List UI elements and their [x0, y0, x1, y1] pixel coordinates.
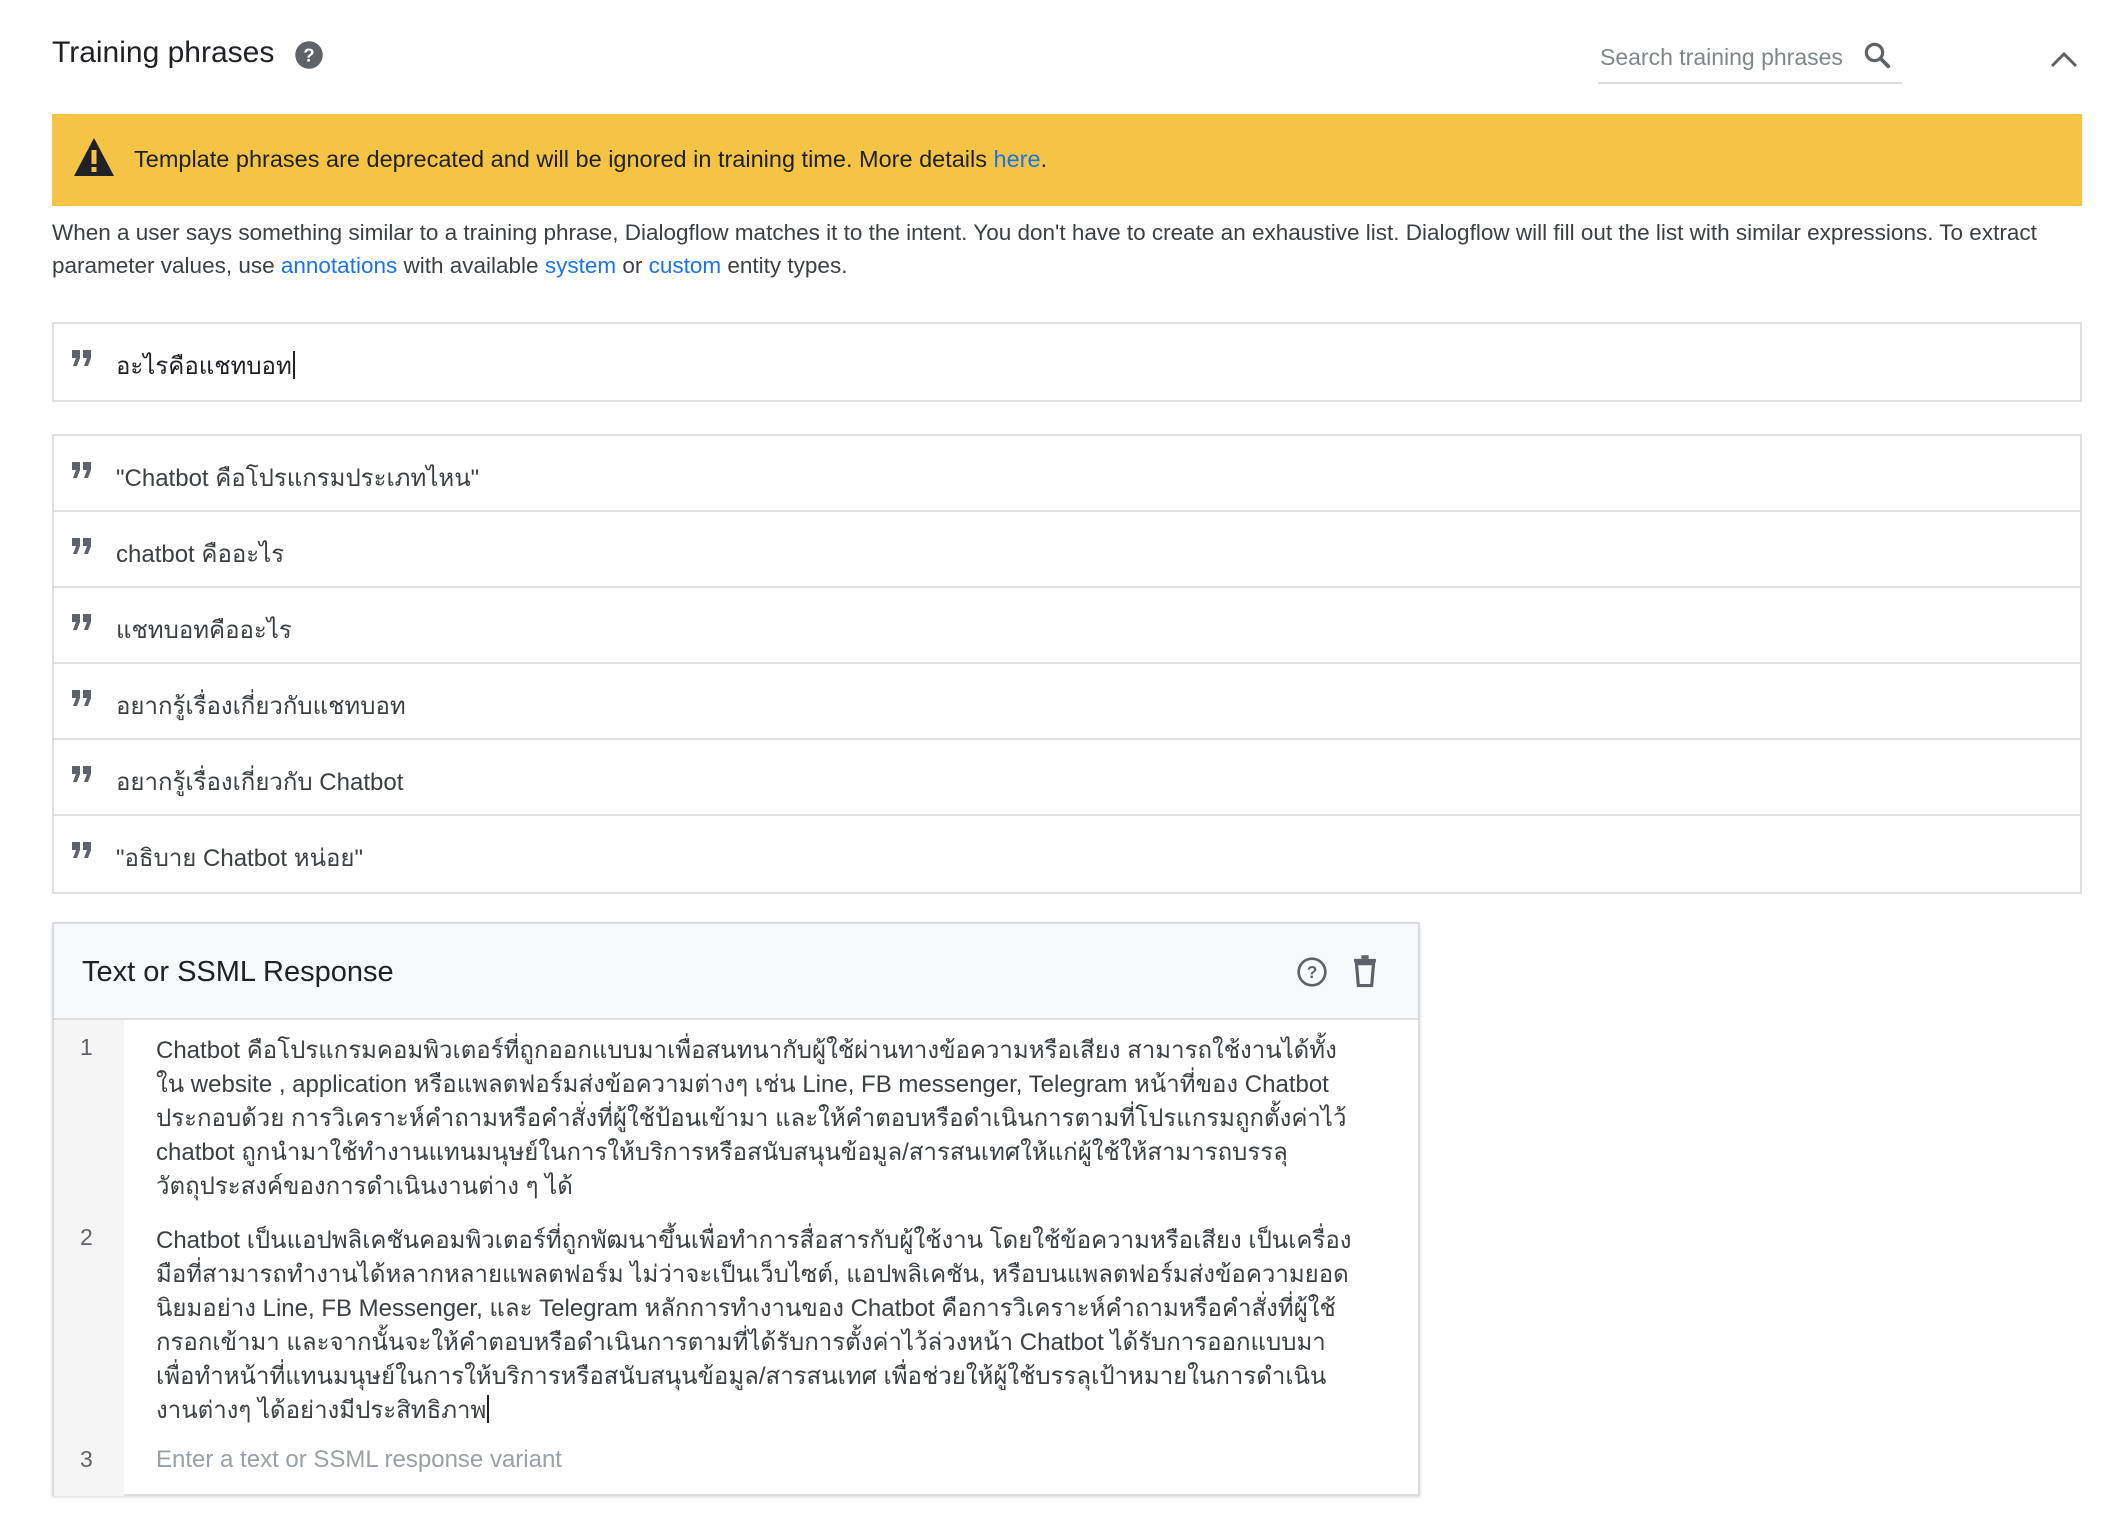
phrase-text[interactable]: อยากรู้เรื่องเกี่ยวกับ Chatbot	[116, 762, 403, 801]
response-variant[interactable]: Chatbot คือโปรแกรมคอมพิวเตอร์ที่ถูกออกแบ…	[156, 1034, 1396, 1204]
quote-icon	[70, 534, 94, 558]
text-caret	[487, 1395, 490, 1423]
line-number: 1	[80, 1034, 93, 1060]
quote-icon	[70, 838, 94, 862]
search-box[interactable]	[1598, 30, 1902, 84]
response-title: Text or SSML Response	[82, 956, 394, 988]
delete-icon[interactable]	[1350, 954, 1380, 988]
section-title: Training phrases	[52, 36, 275, 69]
text-caret	[292, 351, 295, 379]
warning-text: Template phrases are deprecated and will…	[134, 146, 1048, 172]
phrase-item[interactable]: แชทบอทคืออะไร	[54, 588, 2080, 664]
svg-text:?: ?	[1307, 962, 1318, 982]
new-phrase-row[interactable]: อะไรคือแชทบอท	[54, 324, 2080, 400]
help-icon[interactable]: ?	[1296, 956, 1328, 988]
annotations-link[interactable]: annotations	[281, 253, 397, 278]
line-number: 3	[80, 1446, 93, 1472]
response-header: Text or SSML Response ?	[54, 924, 1418, 1020]
phrase-text[interactable]: "Chatbot คือโปรแกรมประเภทไหน"	[116, 458, 479, 497]
svg-text:?: ?	[303, 44, 314, 65]
chevron-up-icon[interactable]	[2046, 44, 2082, 74]
phrase-item[interactable]: "Chatbot คือโปรแกรมประเภทไหน"	[54, 436, 2080, 512]
search-icon[interactable]	[1862, 40, 1892, 70]
new-phrase-input[interactable]: อะไรคือแชทบอท	[116, 346, 295, 385]
phrase-item[interactable]: chatbot คืออะไร	[54, 512, 2080, 588]
phrase-text[interactable]: "อธิบาย Chatbot หน่อย"	[116, 838, 363, 877]
response-variant[interactable]: Chatbot เป็นแอปพลิเคชันคอมพิวเตอร์ที่ถูก…	[156, 1224, 1396, 1428]
line-number-gutter	[54, 1020, 124, 1496]
warning-icon	[72, 136, 116, 178]
quote-icon	[70, 458, 94, 482]
phrase-text[interactable]: chatbot คืออะไร	[116, 534, 284, 573]
training-phrases-description: When a user says something similar to a …	[52, 220, 2037, 278]
help-icon[interactable]: ?	[294, 40, 324, 70]
deprecation-warning-banner: Template phrases are deprecated and will…	[52, 114, 2082, 206]
new-phrase-box: อะไรคือแชทบอท	[52, 322, 2082, 402]
phrase-item[interactable]: อยากรู้เรื่องเกี่ยวกับ Chatbot	[54, 740, 2080, 816]
new-response-variant-input[interactable]: Enter a text or SSML response variant	[156, 1446, 562, 1474]
line-number: 2	[80, 1224, 93, 1250]
phrase-text[interactable]: อยากรู้เรื่องเกี่ยวกับแชทบอท	[116, 686, 406, 725]
custom-link[interactable]: custom	[649, 253, 722, 278]
quote-icon	[70, 346, 94, 370]
quote-icon	[70, 686, 94, 710]
quote-icon	[70, 610, 94, 634]
training-phrases-header: Training phrases ?	[52, 30, 2082, 86]
phrase-text[interactable]: แชทบอทคืออะไร	[116, 610, 292, 649]
quote-icon	[70, 762, 94, 786]
phrase-item[interactable]: "อธิบาย Chatbot หน่อย"	[54, 816, 2080, 892]
phrase-item[interactable]: อยากรู้เรื่องเกี่ยวกับแชทบอท	[54, 664, 2080, 740]
phrase-list: "Chatbot คือโปรแกรมประเภทไหน" chatbot คื…	[52, 434, 2082, 894]
search-input[interactable]	[1598, 40, 1852, 74]
details-link[interactable]: here	[994, 146, 1041, 172]
system-link[interactable]: system	[545, 253, 616, 278]
